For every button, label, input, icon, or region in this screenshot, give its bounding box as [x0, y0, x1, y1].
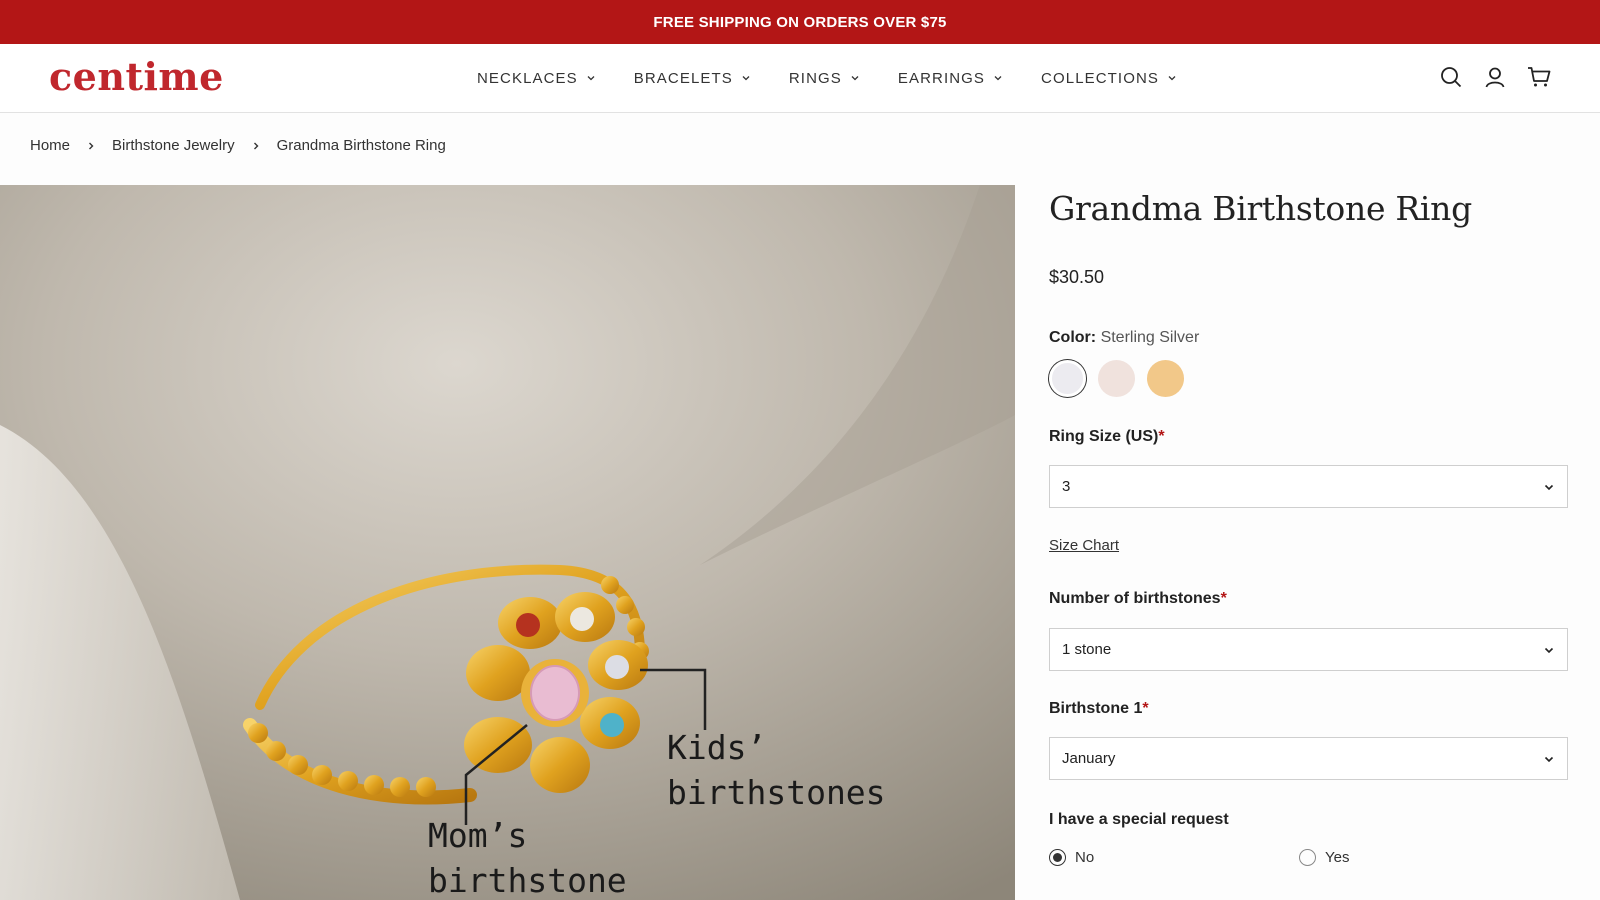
birthstone1-label: Birthstone 1*	[1049, 700, 1149, 718]
chevron-right-icon	[89, 142, 94, 149]
radio-yes[interactable]: Yes	[1299, 849, 1549, 866]
ring-size-value: 3	[1062, 478, 1071, 495]
chevron-right-icon	[253, 142, 259, 149]
radio-no[interactable]: No	[1049, 849, 1299, 866]
chevron-down-icon	[1544, 647, 1554, 653]
breadcrumb-category[interactable]: Birthstone Jewelry	[112, 137, 235, 154]
color-swatches	[1049, 360, 1184, 397]
radio-yes-label: Yes	[1325, 849, 1350, 866]
annotation-mom: Mom’s birthstone	[428, 816, 627, 900]
special-request-label: I have a special request	[1049, 811, 1229, 828]
required-mark: *	[1220, 590, 1227, 607]
breadcrumb-current: Grandma Birthstone Ring	[276, 137, 446, 154]
site-header: centime NECKLACES BRACELETS RINGS EARRIN…	[0, 44, 1600, 113]
brand-logo[interactable]: centime	[49, 54, 224, 99]
color-value: Sterling Silver	[1100, 329, 1200, 346]
birthstone1-select[interactable]: January	[1049, 737, 1568, 780]
ring-size-select[interactable]: 3	[1049, 465, 1568, 508]
nav-necklaces[interactable]: NECKLACES	[477, 70, 596, 87]
chevron-down-icon	[1544, 756, 1554, 762]
ring-size-label-text: Ring Size (US)	[1049, 428, 1159, 445]
breadcrumb-home[interactable]: Home	[30, 137, 70, 154]
chevron-down-icon	[1544, 484, 1554, 490]
search-icon[interactable]	[1438, 64, 1464, 90]
stones-value: 1 stone	[1062, 641, 1112, 658]
nav-collections[interactable]: COLLECTIONS	[1041, 70, 1177, 87]
cart-icon[interactable]	[1526, 64, 1552, 90]
nav-label: BRACELETS	[633, 69, 733, 87]
nav-label: COLLECTIONS	[1041, 69, 1160, 87]
product-title: Grandma Birthstone Ring	[1049, 189, 1472, 228]
swatch-rose[interactable]	[1098, 360, 1135, 397]
radio-indicator-selected	[1049, 849, 1066, 866]
size-chart-link[interactable]: Size Chart	[1049, 537, 1119, 554]
chevron-down-icon	[851, 76, 859, 81]
chevron-down-icon	[587, 76, 595, 81]
nav-label: RINGS	[788, 69, 842, 87]
announcement-text: FREE SHIPPING ON ORDERS OVER $75	[653, 13, 947, 31]
chevron-down-icon	[1168, 76, 1176, 81]
nav-rings[interactable]: RINGS	[789, 70, 860, 87]
announcement-bar: FREE SHIPPING ON ORDERS OVER $75	[0, 0, 1600, 44]
ring-size-label: Ring Size (US)*	[1049, 428, 1165, 446]
swatch-sterling-silver[interactable]	[1049, 360, 1086, 397]
account-icon[interactable]	[1482, 64, 1508, 90]
radio-indicator	[1299, 849, 1316, 866]
stones-select[interactable]: 1 stone	[1049, 628, 1568, 671]
chevron-down-icon	[994, 76, 1002, 81]
product-image[interactable]: Kids’ birthstones Mom’s birthstone	[0, 185, 1015, 900]
nav-label: NECKLACES	[477, 69, 578, 87]
header-icons	[1438, 64, 1552, 90]
required-mark: *	[1142, 700, 1149, 717]
main-nav: NECKLACES BRACELETS RINGS EARRINGS COLLE…	[477, 44, 1215, 112]
breadcrumb: Home Birthstone Jewelry Grandma Birthsto…	[30, 137, 446, 154]
color-label-text: Color:	[1049, 329, 1097, 346]
radio-no-label: No	[1075, 849, 1095, 866]
birthstone1-label-text: Birthstone 1	[1049, 700, 1143, 717]
required-mark: *	[1158, 428, 1165, 445]
product-price: $30.50	[1049, 267, 1105, 287]
special-request-options: No Yes	[1049, 849, 1569, 866]
stones-label-text: Number of birthstones	[1049, 590, 1221, 607]
stones-label: Number of birthstones*	[1049, 590, 1227, 608]
product-panel: Grandma Birthstone Ring $30.50 Color: St…	[1049, 185, 1569, 866]
chevron-down-icon	[742, 76, 750, 81]
nav-bracelets[interactable]: BRACELETS	[634, 70, 751, 87]
color-label: Color: Sterling Silver	[1049, 329, 1199, 347]
nav-earrings[interactable]: EARRINGS	[898, 70, 1003, 87]
swatch-gold[interactable]	[1147, 360, 1184, 397]
birthstone1-value: January	[1062, 750, 1116, 767]
annotation-kids: Kids’ birthstones	[667, 728, 886, 812]
nav-label: EARRINGS	[897, 69, 986, 87]
